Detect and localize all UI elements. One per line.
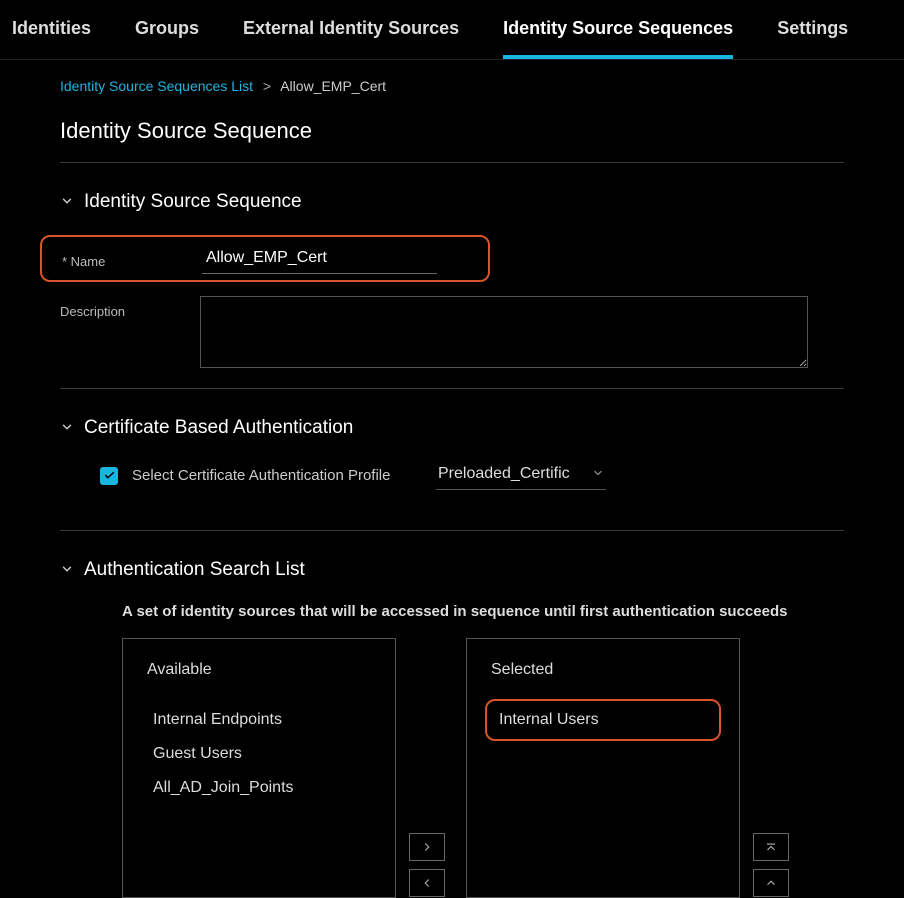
- available-title: Available: [147, 661, 371, 679]
- page-title: Identity Source Sequence: [60, 118, 844, 162]
- cert-profile-checkbox[interactable]: [100, 467, 118, 485]
- name-row-highlight: * Name: [40, 235, 490, 282]
- list-item[interactable]: Internal Users: [485, 699, 721, 741]
- name-input[interactable]: [202, 247, 437, 274]
- chevron-down-icon: [592, 466, 604, 482]
- divider: [60, 162, 844, 163]
- auth-description: A set of identity sources that will be a…: [60, 603, 844, 620]
- available-list: Available Internal Endpoints Guest Users…: [122, 638, 396, 898]
- chevron-down-icon: [60, 562, 74, 579]
- section-cert-header[interactable]: Certificate Based Authentication: [60, 417, 844, 439]
- divider: [60, 530, 844, 531]
- tab-external-identity-sources[interactable]: External Identity Sources: [243, 18, 459, 59]
- tab-groups[interactable]: Groups: [135, 18, 199, 59]
- breadcrumb-current: Allow_EMP_Cert: [280, 78, 386, 94]
- list-item[interactable]: All_AD_Join_Points: [147, 771, 371, 805]
- description-label: Description: [60, 296, 200, 319]
- tab-settings[interactable]: Settings: [777, 18, 848, 59]
- description-textarea[interactable]: [200, 296, 808, 368]
- divider: [60, 388, 844, 389]
- section-iss-header[interactable]: Identity Source Sequence: [60, 191, 844, 213]
- section-auth-title: Authentication Search List: [84, 559, 305, 581]
- top-tabs: Identities Groups External Identity Sour…: [0, 0, 904, 60]
- chevron-right-icon: [420, 840, 434, 854]
- check-icon: [103, 469, 116, 482]
- chevron-top-icon: [764, 840, 778, 854]
- cert-profile-selected-value: Preloaded_Certific: [438, 465, 592, 483]
- move-left-button[interactable]: [409, 869, 445, 897]
- breadcrumb-link[interactable]: Identity Source Sequences List: [60, 78, 253, 94]
- tab-identity-source-sequences[interactable]: Identity Source Sequences: [503, 18, 733, 59]
- section-iss-title: Identity Source Sequence: [84, 191, 302, 213]
- list-item[interactable]: Guest Users: [147, 737, 371, 771]
- section-auth-header[interactable]: Authentication Search List: [60, 559, 844, 581]
- section-cert-title: Certificate Based Authentication: [84, 417, 353, 439]
- dual-list: Available Internal Endpoints Guest Users…: [60, 638, 844, 898]
- list-item[interactable]: Internal Endpoints: [147, 703, 371, 737]
- move-up-button[interactable]: [753, 869, 789, 897]
- move-top-button[interactable]: [753, 833, 789, 861]
- move-right-button[interactable]: [409, 833, 445, 861]
- tab-identities[interactable]: Identities: [12, 18, 91, 59]
- name-label: * Name: [62, 252, 202, 269]
- chevron-up-icon: [764, 876, 778, 890]
- breadcrumb-separator: >: [263, 78, 271, 94]
- cert-profile-select[interactable]: Preloaded_Certific: [436, 461, 606, 490]
- chevron-left-icon: [420, 876, 434, 890]
- selected-list: Selected Internal Users: [466, 638, 740, 898]
- breadcrumb: Identity Source Sequences List > Allow_E…: [60, 78, 844, 118]
- chevron-down-icon: [60, 420, 74, 437]
- selected-title: Selected: [491, 661, 715, 679]
- chevron-down-icon: [60, 194, 74, 211]
- cert-profile-label: Select Certificate Authentication Profil…: [132, 467, 422, 484]
